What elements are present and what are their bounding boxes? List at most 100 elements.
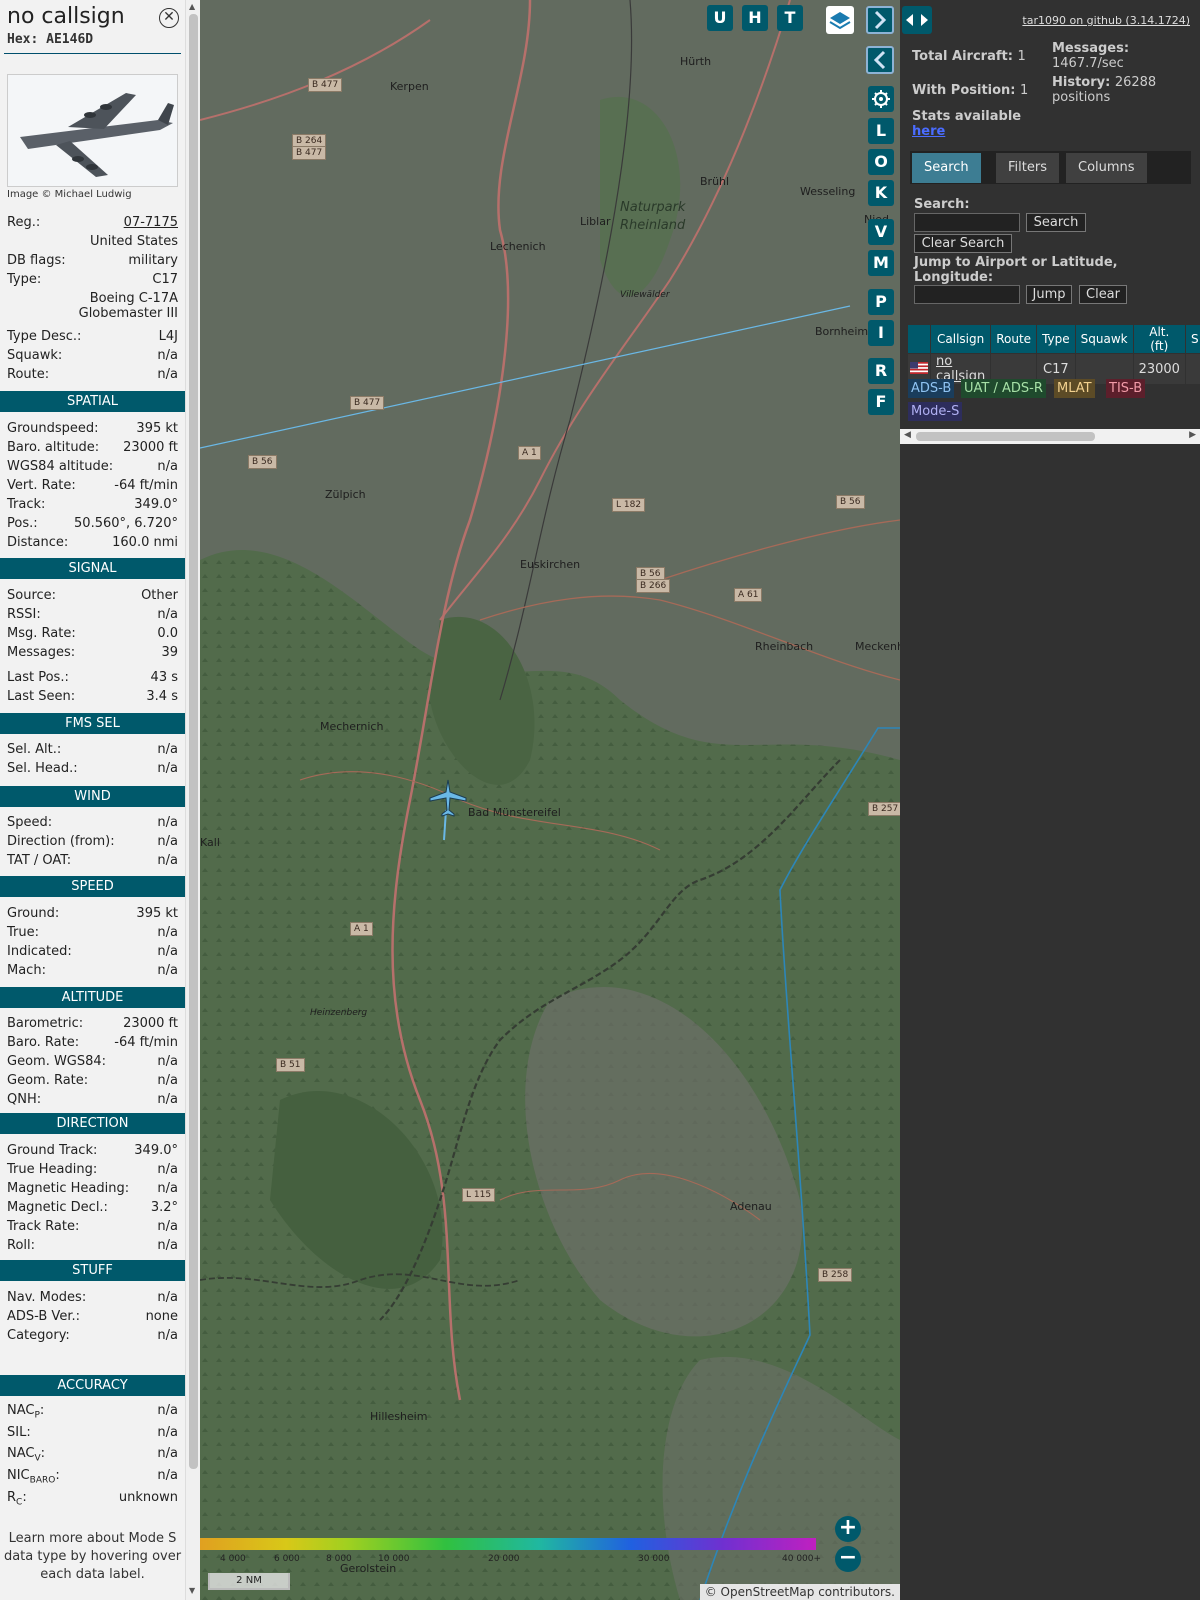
info-row-value: none	[145, 1309, 178, 1324]
section-header-wind[interactable]: WIND	[0, 786, 185, 807]
column-header-type[interactable]: Type	[1037, 325, 1075, 353]
column-header-s[interactable]: S	[1185, 325, 1200, 353]
history-label: History:	[1052, 75, 1111, 90]
map-button-f[interactable]: F	[868, 389, 894, 415]
jump-button[interactable]: Jump	[1026, 285, 1072, 304]
map-button-r[interactable]: R	[868, 358, 894, 384]
scroll-down-icon[interactable]: ▼	[189, 1586, 195, 1595]
map-button-k[interactable]: K	[868, 180, 894, 206]
toggle-sidebar-button[interactable]	[902, 6, 932, 34]
layers-button[interactable]	[826, 6, 854, 34]
search-button[interactable]: Search	[1026, 213, 1086, 232]
section-header-direction[interactable]: DIRECTION	[0, 1113, 185, 1134]
map-road-label: B 258	[818, 1268, 853, 1282]
info-row-label: Type Desc.:	[7, 329, 82, 344]
section-header-altitude[interactable]: ALTITUDE	[0, 987, 185, 1008]
sidebar-tabs: Search Filters Columns	[910, 151, 1191, 184]
info-row: Magnetic Decl.: 3.2°	[7, 1200, 178, 1218]
column-header-callsign[interactable]: Callsign	[931, 325, 991, 353]
info-row-label: Ground:	[7, 906, 60, 921]
column-header-altitude[interactable]: Alt. (ft)	[1133, 325, 1185, 353]
jump-input[interactable]	[914, 285, 1020, 304]
row-s	[1185, 354, 1200, 384]
map-button-l[interactable]: L	[868, 118, 894, 144]
source-badge[interactable]: Mode-S	[908, 402, 963, 421]
zoom-out-button[interactable]: −	[835, 1546, 861, 1572]
stats-link[interactable]: here	[912, 124, 945, 139]
map-road-label: L 115	[462, 1188, 496, 1202]
collapse-sidebar-button[interactable]	[866, 46, 894, 74]
tab-columns[interactable]: Columns	[1066, 153, 1147, 183]
info-row: True: n/a	[7, 925, 178, 943]
source-badge[interactable]: TIS-B	[1106, 379, 1146, 398]
search-label: Search:	[914, 197, 970, 212]
scrollbar-thumb[interactable]	[189, 14, 198, 1469]
section-header-spatial[interactable]: SPATIAL	[0, 391, 185, 412]
divider	[4, 53, 181, 54]
scrollbar-thumb-horizontal[interactable]	[916, 432, 1095, 441]
callsign-title: no callsign	[7, 4, 125, 29]
map-place-label: Meckenh	[855, 640, 900, 653]
info-row-value: n/a	[157, 815, 178, 830]
info-panel-scrollbar[interactable]: ▲ ▼	[185, 0, 200, 1600]
history-unit: positions	[1052, 90, 1111, 105]
map-button-i[interactable]: I	[868, 320, 894, 346]
clear-jump-button[interactable]: Clear	[1079, 285, 1127, 304]
info-row-label: Track Rate:	[7, 1219, 80, 1234]
tab-filters[interactable]: Filters	[996, 153, 1059, 183]
source-badge[interactable]: ADS-B	[908, 379, 955, 398]
info-row-value: n/a	[157, 1468, 178, 1483]
section-header-accuracy[interactable]: ACCURACY	[0, 1375, 185, 1396]
source-badge[interactable]: MLAT	[1054, 379, 1095, 398]
close-icon[interactable]: ✕	[159, 8, 179, 28]
table-horizontal-scrollbar[interactable]: ◀ ▶	[900, 429, 1200, 444]
info-row-label: NICBARO:	[7, 1468, 60, 1486]
info-row-value: 160.0 nmi	[112, 535, 178, 550]
aircraft-table: Callsign Route Type Squawk Alt. (ft) S n…	[907, 324, 1200, 385]
altitude-color-legend[interactable]	[200, 1538, 816, 1550]
split-arrows-icon	[906, 14, 928, 26]
map-button-t[interactable]: T	[777, 5, 803, 31]
info-row-value[interactable]: 07-7175	[124, 215, 178, 230]
map-button-h[interactable]: H	[742, 5, 768, 31]
scroll-right-icon[interactable]: ▶	[1189, 430, 1196, 440]
expand-sidebar-button[interactable]	[866, 6, 894, 34]
tab-search[interactable]: Search	[912, 153, 981, 183]
zoom-in-button[interactable]: +	[835, 1516, 861, 1542]
info-row-label: Distance:	[7, 535, 69, 550]
source-badge[interactable]: UAT / ADS-R	[961, 379, 1046, 398]
search-input[interactable]	[914, 213, 1020, 232]
map-attribution[interactable]: © OpenStreetMap contributors.	[699, 1584, 900, 1600]
map-button-m[interactable]: M	[868, 250, 894, 276]
info-row: Sel. Head.: n/a	[7, 761, 178, 779]
clear-search-button[interactable]: Clear Search	[914, 234, 1012, 253]
section-header-stuff[interactable]: STUFF	[0, 1260, 185, 1281]
map-place-label: Wesseling	[800, 185, 856, 198]
flag-column-header[interactable]	[908, 325, 930, 353]
scroll-up-icon[interactable]: ▲	[189, 2, 195, 11]
column-header-squawk[interactable]: Squawk	[1075, 325, 1133, 353]
aircraft-marker-icon[interactable]	[428, 778, 468, 818]
section-header-speed[interactable]: SPEED	[0, 876, 185, 897]
settings-button[interactable]	[868, 86, 894, 112]
map-button-v[interactable]: V	[868, 219, 894, 245]
map-view[interactable]: Kerpen Hürth Brühl Wesseling Lechenich Liblar…	[200, 0, 900, 1600]
github-link[interactable]: tar1090 on github (3.14.1724)	[1022, 14, 1190, 27]
map-button-u[interactable]: U	[707, 5, 733, 31]
aircraft-photo[interactable]	[7, 74, 178, 187]
scroll-left-icon[interactable]: ◀	[904, 430, 911, 440]
column-header-route[interactable]: Route	[991, 325, 1037, 353]
info-row-label: RC:	[7, 1490, 27, 1508]
map-button-o[interactable]: O	[868, 149, 894, 175]
map-button-p[interactable]: P	[868, 289, 894, 315]
map-place-label: Rheinland	[620, 218, 686, 233]
section-header-signal[interactable]: SIGNAL	[0, 558, 185, 579]
info-row: Globemaster III	[7, 306, 178, 324]
scale-bar[interactable]: 2 NM	[208, 1573, 290, 1590]
section-header-fms-sel[interactable]: FMS SEL	[0, 713, 185, 734]
altitude-legend-label: 8 000	[326, 1554, 352, 1564]
info-row-value: -64 ft/min	[114, 478, 178, 493]
map-place-label: Zülpich	[325, 488, 366, 501]
info-row-label: Nav. Modes:	[7, 1290, 87, 1305]
info-row: Nav. Modes: n/a	[7, 1290, 178, 1308]
